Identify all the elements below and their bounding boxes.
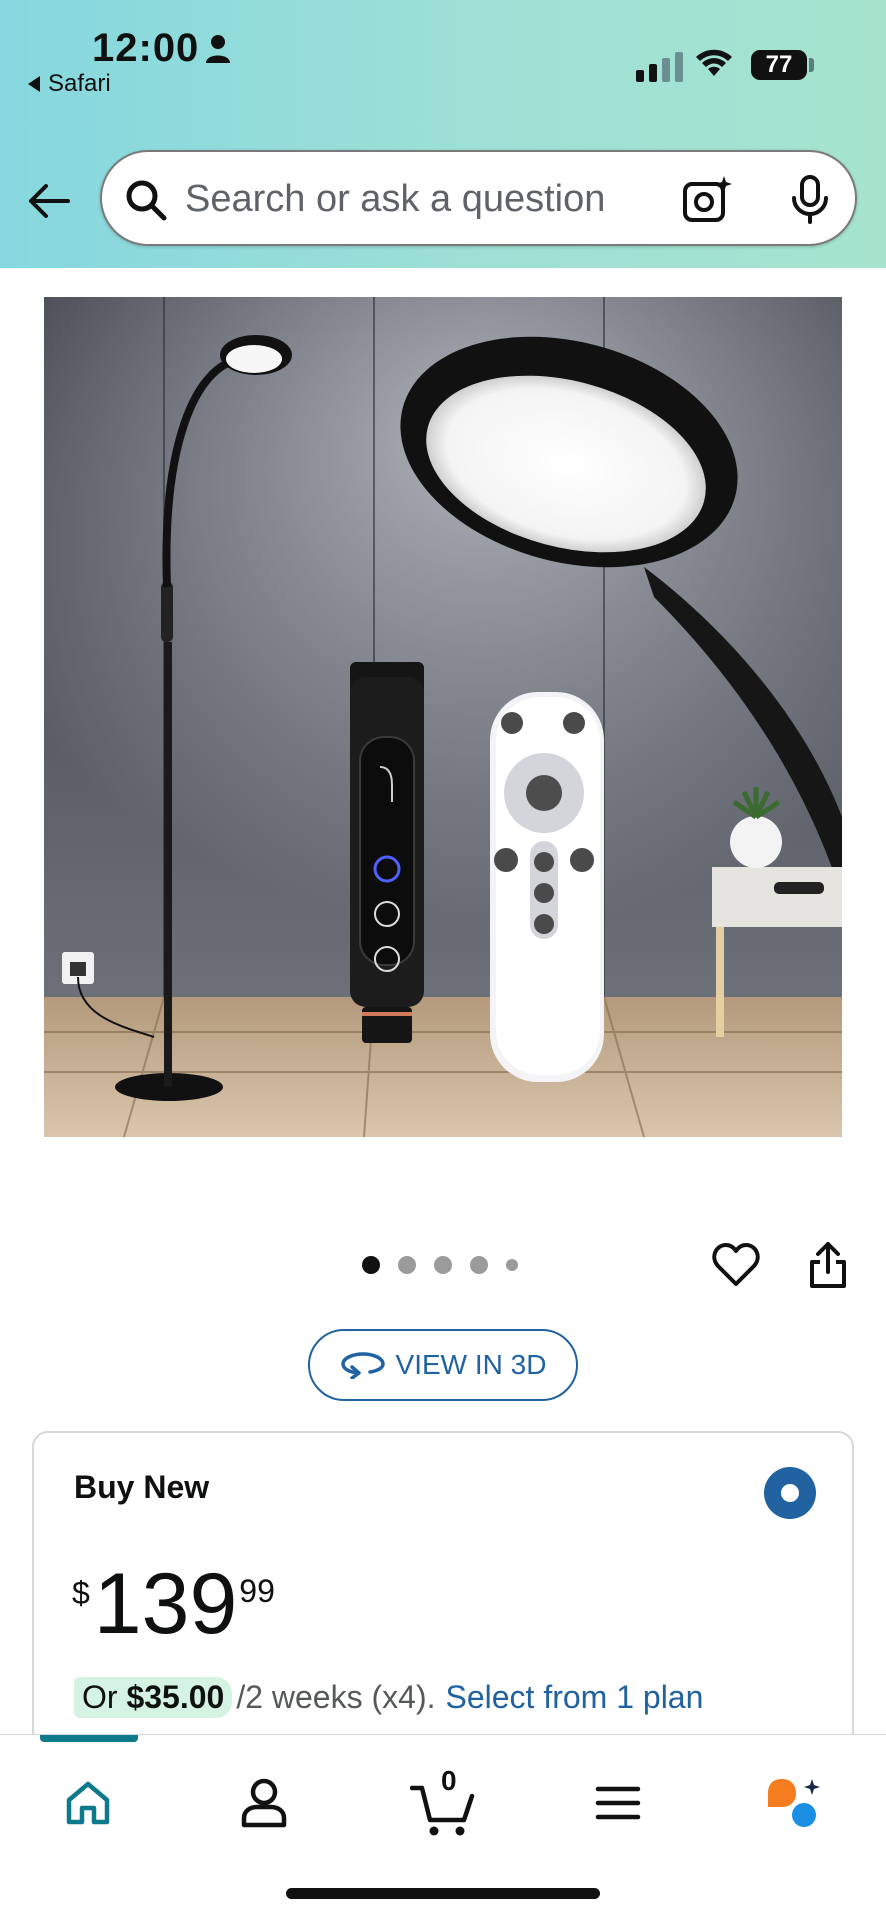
nav-account[interactable]: [226, 1765, 302, 1841]
price-symbol: $: [72, 1575, 90, 1611]
rotate-3d-icon: [340, 1352, 385, 1379]
view-in-3d-label: VIEW IN 3D: [395, 1349, 547, 1380]
cart-count: 0: [441, 1765, 457, 1796]
back-triangle-icon: [28, 76, 40, 92]
share-icon[interactable]: [808, 1240, 848, 1290]
buy-new-radio[interactable]: [764, 1467, 816, 1519]
person-icon: [206, 35, 230, 63]
search-bar[interactable]: Search or ask a question: [100, 150, 857, 246]
back-arrow-icon[interactable]: [26, 178, 72, 224]
carousel-dot[interactable]: [470, 1256, 488, 1274]
carousel-dot[interactable]: [506, 1259, 518, 1271]
carousel-dot[interactable]: [362, 1256, 380, 1274]
product-image[interactable]: [44, 297, 842, 1137]
menu-icon: [595, 1786, 641, 1820]
cellular-signal-icon: [636, 52, 683, 82]
installment-highlight: Or $35.00: [74, 1677, 233, 1718]
back-to-app[interactable]: Safari: [28, 70, 111, 98]
heart-icon[interactable]: [712, 1242, 760, 1288]
nav-home[interactable]: [50, 1765, 126, 1841]
home-indicator: [286, 1888, 600, 1899]
installment-period: /2 weeks (x4).: [236, 1679, 436, 1715]
rufus-assistant-icon: [768, 1779, 820, 1827]
installment-offer: Or $35.00 /2 weeks (x4). Select from 1 p…: [74, 1677, 703, 1718]
battery-cap: [809, 58, 814, 72]
status-time: 12:00: [92, 26, 200, 70]
search-placeholder[interactable]: Search or ask a question: [185, 178, 605, 221]
carousel-dot[interactable]: [398, 1256, 416, 1274]
nav-cart[interactable]: 0: [405, 1765, 481, 1841]
back-app-label: Safari: [48, 70, 111, 97]
floor-lamp-photo: [44, 297, 842, 1137]
price-fraction: 99: [239, 1573, 275, 1609]
buy-new-title: Buy New: [74, 1469, 210, 1505]
view-in-3d-button[interactable]: VIEW IN 3D: [308, 1329, 578, 1401]
select-plan-link[interactable]: Select from 1 plan: [445, 1679, 703, 1716]
image-carousel-dots[interactable]: [362, 1256, 518, 1274]
account-icon: [241, 1778, 287, 1828]
app-header: 12:00 Safari 77 Search or ask a question: [0, 0, 886, 268]
active-tab-indicator: [40, 1735, 138, 1742]
installment-prefix: Or: [82, 1679, 127, 1715]
nav-rufus-assistant[interactable]: [756, 1765, 832, 1841]
buy-box: Buy New $ 139 99 Or $35.00 /2 weeks (x4)…: [32, 1431, 854, 1751]
battery-indicator: 77: [751, 50, 807, 80]
installment-amount: $35.00: [126, 1679, 225, 1715]
nav-menu[interactable]: [580, 1765, 656, 1841]
price-whole: 139: [93, 1556, 238, 1652]
price: $ 139 99: [72, 1561, 275, 1647]
carousel-dot[interactable]: [434, 1256, 452, 1274]
wifi-icon: [696, 49, 732, 76]
microphone-icon[interactable]: [790, 174, 830, 224]
search-icon: [126, 180, 167, 221]
home-icon: [66, 1781, 110, 1825]
camera-search-icon[interactable]: [682, 174, 732, 224]
